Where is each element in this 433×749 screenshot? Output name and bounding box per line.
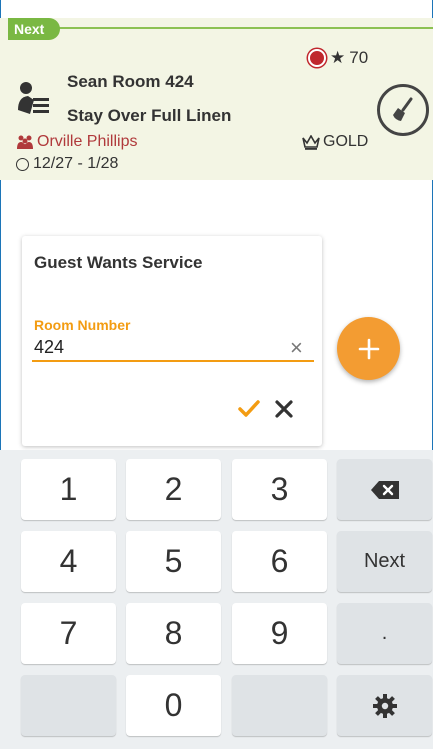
cancel-button[interactable] [269, 394, 299, 424]
key-7[interactable]: 7 [21, 603, 116, 664]
period-key-label: . [381, 622, 388, 644]
add-button[interactable] [337, 317, 400, 380]
dialog-title: Guest Wants Service [34, 253, 203, 272]
key-9[interactable]: 9 [232, 603, 327, 664]
gear-icon [372, 693, 397, 718]
backspace-icon [370, 480, 399, 499]
confirm-button[interactable] [234, 394, 264, 424]
clean-room-button[interactable] [377, 84, 429, 136]
key-0[interactable]: 0 [126, 675, 221, 736]
check-icon [238, 400, 260, 417]
guest-service-dialog: Guest Wants Service Room Number × [22, 236, 322, 446]
settings-key[interactable] [337, 675, 432, 736]
circle-icon [16, 157, 29, 171]
broom-icon [393, 97, 413, 121]
stay-dates-text: 12/27 - 1/28 [33, 155, 119, 172]
crown-icon [302, 134, 320, 150]
clear-icon[interactable]: × [290, 336, 303, 360]
close-icon [275, 400, 293, 418]
card-divider [50, 27, 433, 29]
key-1[interactable]: 1 [21, 459, 116, 520]
key-2[interactable]: 2 [126, 459, 221, 520]
score-value: 70 [349, 48, 369, 67]
next-key-label: Next [363, 550, 406, 572]
guests-icon [17, 135, 33, 149]
period-key[interactable]: . [337, 603, 432, 664]
backspace-key[interactable] [337, 459, 432, 520]
guest-name: Orville Phillips [16, 133, 137, 151]
key-6[interactable]: 6 [232, 531, 327, 592]
next-key[interactable]: Next [337, 531, 432, 592]
stay-dates: 12/27 - 1/28 [16, 155, 118, 173]
star-icon: ★ [330, 48, 346, 67]
loyalty-tier: GOLD [302, 133, 368, 151]
housekeeper-icon [18, 82, 49, 114]
key-3[interactable]: 3 [232, 459, 327, 520]
room-number-input[interactable] [32, 334, 314, 362]
service-type: Stay Over Full Linen [67, 106, 232, 125]
blank-key [21, 675, 116, 736]
room-number-label: Room Number [34, 317, 131, 333]
key-5[interactable]: 5 [126, 531, 221, 592]
blank-key-right [232, 675, 327, 736]
key-8[interactable]: 8 [126, 603, 221, 664]
score: ★ 70 [308, 48, 368, 68]
priority-dot-icon [308, 49, 326, 67]
next-tag: Next [8, 18, 60, 40]
key-4[interactable]: 4 [21, 531, 116, 592]
plus-icon [358, 338, 379, 359]
loyalty-tier-text: GOLD [323, 133, 369, 150]
room-title: Sean Room 424 [67, 72, 194, 91]
numeric-keyboard: 1 2 3 4 5 6 Next 7 8 9 . 0 [0, 450, 433, 749]
guest-name-text: Orville Phillips [37, 133, 138, 150]
